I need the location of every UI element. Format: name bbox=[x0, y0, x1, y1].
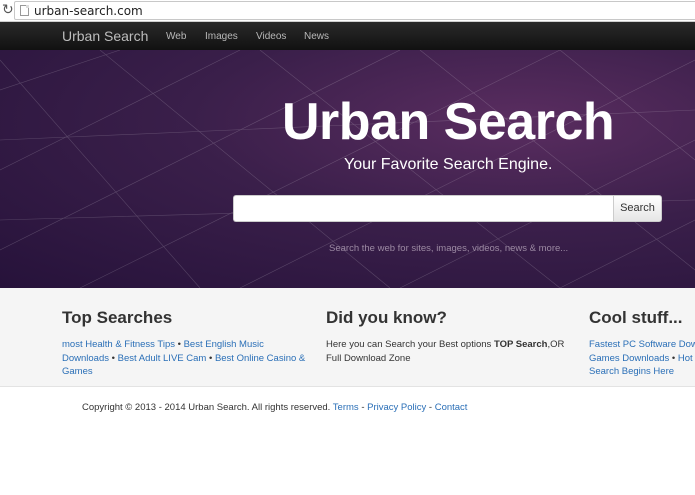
copyright-text: Copyright © 2013 - 2014 Urban Search. Al… bbox=[82, 402, 331, 413]
nav-link-web[interactable]: Web bbox=[166, 31, 186, 42]
top-search-link[interactable]: Best Adult LIVE Cam bbox=[118, 353, 207, 364]
search-button[interactable]: Search bbox=[613, 195, 662, 222]
did-you-know-text: Here you can Search your Best options TO… bbox=[326, 338, 571, 365]
cool-stuff-link[interactable]: Hot & Free bbox=[678, 353, 695, 364]
cool-stuff-link[interactable]: Games Downloads bbox=[589, 353, 669, 364]
footer-separator: - bbox=[428, 402, 433, 413]
cool-stuff-link[interactable]: Search Begins Here bbox=[589, 366, 674, 377]
navbar-brand[interactable]: Urban Search bbox=[62, 28, 148, 44]
search-hint: Search the web for sites, images, videos… bbox=[329, 243, 569, 254]
cool-stuff-heading: Cool stuff... bbox=[589, 308, 683, 327]
separator: • bbox=[177, 339, 181, 350]
hero-title: Urban Search bbox=[282, 93, 615, 151]
footer: Copyright © 2013 - 2014 Urban Search. Al… bbox=[82, 402, 467, 413]
did-you-know-bold: TOP Search bbox=[493, 339, 548, 350]
separator: • bbox=[208, 352, 213, 364]
cool-stuff-list: Fastest PC Software Downloads Games Down… bbox=[589, 338, 695, 379]
nav-link-news[interactable]: News bbox=[304, 31, 329, 42]
top-search-link[interactable]: most Health & Fitness Tips bbox=[62, 339, 175, 350]
footer-link-contact[interactable]: Contact bbox=[435, 402, 468, 413]
nav-link-images[interactable]: Images bbox=[205, 31, 238, 42]
url-field[interactable]: urban-search.com bbox=[14, 1, 695, 20]
hero-section: Urban Search Your Favorite Search Engine… bbox=[0, 50, 695, 288]
footer-link-privacy[interactable]: Privacy Policy bbox=[367, 402, 426, 413]
info-band: Top Searches most Health & Fitness Tips … bbox=[0, 288, 695, 387]
url-text: urban-search.com bbox=[34, 4, 143, 18]
hero-subtitle: Your Favorite Search Engine. bbox=[344, 156, 553, 173]
top-searches-heading: Top Searches bbox=[62, 308, 173, 327]
did-you-know-heading: Did you know? bbox=[326, 308, 447, 327]
footer-link-terms[interactable]: Terms bbox=[333, 402, 359, 413]
footer-separator: - bbox=[361, 402, 365, 413]
cool-stuff-link[interactable]: Fastest PC Software Downloads bbox=[589, 339, 695, 350]
top-searches-list: most Health & Fitness Tips • Best Englis… bbox=[62, 338, 312, 379]
nav-link-videos[interactable]: Videos bbox=[256, 31, 286, 42]
page-icon bbox=[20, 5, 29, 16]
separator: • bbox=[671, 352, 676, 364]
search-input[interactable] bbox=[233, 195, 614, 222]
browser-address-bar: ↻ urban-search.com bbox=[0, 0, 695, 22]
separator: • bbox=[111, 352, 115, 364]
top-navbar: Urban Search Web Images Videos News bbox=[0, 22, 695, 50]
did-you-know-text-start: Here you can Search your Best options bbox=[326, 339, 494, 350]
